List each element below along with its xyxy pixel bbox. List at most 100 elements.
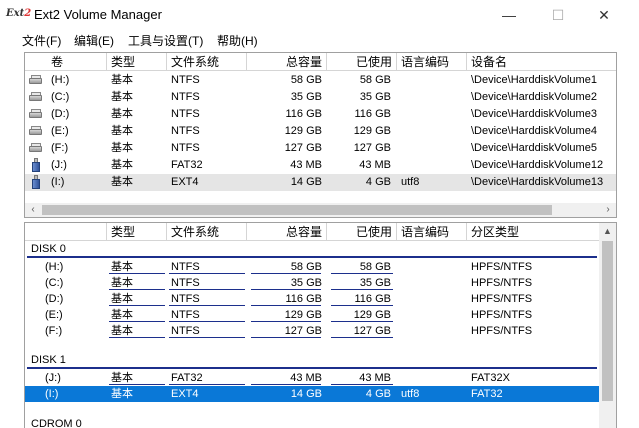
horizontal-scroll-thumb[interactable]: [42, 205, 552, 215]
hdd-icon: [29, 92, 43, 102]
partition-extent-bar: [331, 384, 393, 385]
column-header-type[interactable]: 类型: [107, 53, 167, 71]
minimize-button[interactable]: —: [486, 0, 532, 30]
disk1-label[interactable]: DISK 1: [31, 353, 66, 367]
maximize-button[interactable]: ☐: [535, 0, 581, 30]
column-header-total[interactable]: 总容量: [247, 223, 327, 241]
volume-row[interactable]: (I:) 基本 EXT4 14 GB 4 GB utf8 \Device\HarddiskV…: [25, 174, 616, 191]
volume-row[interactable]: (C:) 基本 NTFS 35 GB 35 GB \Device\HarddiskVolu…: [25, 89, 616, 106]
cell-fs: FAT32: [171, 159, 203, 171]
volume-row[interactable]: (J:) 基本 FAT32 43 MB 43 MB \Device\HarddiskVol…: [25, 157, 616, 174]
column-header-total[interactable]: 总容量: [247, 53, 327, 71]
partition-row[interactable]: (E:) 基本 NTFS 129 GB 129 GB HPFS/NTFS: [25, 307, 600, 323]
column-header-used[interactable]: 已使用: [327, 53, 397, 71]
partition-row[interactable]: (J:) 基本 FAT32 43 MB 43 MB FAT32X: [25, 370, 600, 386]
disk0-label[interactable]: DISK 0: [31, 242, 66, 256]
horizontal-scrollbar[interactable]: ‹ ›: [25, 203, 616, 217]
cell-used: 35 GB: [359, 91, 391, 103]
cell-codepage: utf8: [401, 388, 420, 400]
title-bar[interactable]: Ext2 Ext2 Volume Manager — ☐ ✕: [0, 0, 639, 30]
partition-extent-bar: [169, 337, 245, 338]
cell-ptype: HPFS/NTFS: [471, 325, 533, 337]
volume-row[interactable]: (D:) 基本 NTFS 116 GB 116 GB \Device\HarddiskVo…: [25, 106, 616, 123]
cell-ptype: HPFS/NTFS: [471, 293, 533, 305]
cell-codepage: [401, 89, 467, 106]
cell-volume: (I:): [45, 388, 59, 400]
volume-list[interactable]: 卷 类型 文件系统 总容量 已使用 语言编码 设备名 (H:) 基本 NTFS 58 …: [24, 52, 617, 218]
cell-volume: (D:): [45, 293, 64, 305]
column-header-used[interactable]: 已使用: [327, 223, 397, 241]
cell-device: \Device\HarddiskVolume3: [471, 108, 597, 120]
column-header-codepage[interactable]: 语言编码: [397, 223, 467, 241]
partition-extent-bar: [331, 337, 393, 338]
cell-type: 基本: [111, 125, 133, 137]
cell-volume: (J:): [51, 159, 67, 171]
column-header-codepage[interactable]: 语言编码: [397, 53, 467, 71]
partition-extent-bar: [251, 273, 321, 274]
vertical-scroll-thumb[interactable]: [602, 241, 613, 401]
cell-codepage: utf8: [401, 176, 420, 188]
scroll-left-icon[interactable]: ‹: [25, 203, 41, 217]
cell-volume: (F:): [45, 325, 63, 337]
volume-row[interactable]: (H:) 基本 NTFS 58 GB 58 GB \Device\HarddiskVolu…: [25, 72, 616, 89]
cell-device: \Device\HarddiskVolume5: [471, 142, 597, 154]
cell-type: 基本: [111, 388, 133, 400]
cell-codepage: [401, 72, 467, 89]
partition-extent-bar: [331, 273, 393, 274]
partition-extent-bar: [169, 273, 245, 274]
partition-list[interactable]: 类型 文件系统 总容量 已使用 语言编码 分区类型 DISK 0 (H:) 基本 N…: [24, 222, 617, 428]
cell-volume: (E:): [51, 125, 69, 137]
cell-codepage: [401, 106, 467, 123]
menu-edit[interactable]: 编辑(E): [74, 32, 114, 49]
menu-file[interactable]: 文件(F): [22, 32, 61, 49]
cell-ptype: HPFS/NTFS: [471, 261, 533, 273]
partition-extent-bar: [109, 289, 165, 290]
partition-extent-bar: [169, 305, 245, 306]
menu-tools[interactable]: 工具与设置(T): [128, 32, 203, 49]
cell-volume: (H:): [51, 74, 70, 86]
volume-row[interactable]: (F:) 基本 NTFS 127 GB 127 GB \Device\HarddiskVo…: [25, 140, 616, 157]
cell-used: 127 GB: [353, 142, 391, 154]
scroll-right-icon[interactable]: ›: [600, 203, 616, 217]
partition-row[interactable]: (D:) 基本 NTFS 116 GB 116 GB HPFS/NTFS: [25, 291, 600, 307]
cell-codepage: [401, 323, 467, 339]
cell-device: \Device\HarddiskVolume1: [471, 74, 597, 86]
cell-total: 43 MB: [290, 159, 322, 171]
close-button[interactable]: ✕: [581, 0, 627, 30]
partition-extent-bar: [251, 337, 321, 338]
scroll-up-icon[interactable]: ▲: [599, 223, 616, 239]
cell-volume: (J:): [45, 372, 61, 384]
hdd-icon: [29, 109, 43, 119]
column-header-device[interactable]: 设备名: [467, 53, 616, 71]
cell-fs: NTFS: [171, 108, 200, 120]
cell-ptype: FAT32X: [471, 372, 510, 384]
partition-row[interactable]: (I:) 基本 EXT4 14 GB 4 GB utf8 FAT32: [25, 386, 600, 402]
partition-row[interactable]: (C:) 基本 NTFS 35 GB 35 GB HPFS/NTFS: [25, 275, 600, 291]
partition-extent-bar: [331, 321, 393, 322]
cell-total: 116 GB: [285, 108, 323, 120]
partition-row[interactable]: (H:) 基本 NTFS 58 GB 58 GB HPFS/NTFS: [25, 259, 600, 275]
usb-drive-icon: [31, 175, 41, 190]
column-header-type[interactable]: 类型: [107, 223, 167, 241]
column-header-blank[interactable]: [25, 223, 107, 241]
column-header-filesystem[interactable]: 文件系统: [167, 223, 247, 241]
vertical-scrollbar[interactable]: ▲: [599, 223, 616, 428]
partition-extent-bar: [251, 305, 321, 306]
column-header-volume[interactable]: 卷: [25, 53, 107, 71]
column-header-partition-type[interactable]: 分区类型: [467, 223, 600, 241]
cell-volume: (C:): [51, 91, 70, 103]
disk1-divider: [27, 367, 597, 369]
volume-row[interactable]: (E:) 基本 NTFS 129 GB 129 GB \Device\HarddiskVo…: [25, 123, 616, 140]
menu-help[interactable]: 帮助(H): [217, 32, 258, 49]
column-header-filesystem[interactable]: 文件系统: [167, 53, 247, 71]
partition-row[interactable]: (F:) 基本 NTFS 127 GB 127 GB HPFS/NTFS: [25, 323, 600, 339]
cdrom0-label[interactable]: CDROM 0: [31, 417, 82, 428]
window-title: Ext2 Volume Manager: [34, 7, 162, 22]
cell-ptype: FAT32: [471, 388, 503, 400]
cell-volume: (F:): [51, 142, 69, 154]
cell-type: 基本: [111, 142, 133, 154]
cell-codepage: [401, 140, 467, 157]
cell-codepage: [401, 157, 467, 174]
cell-volume: (E:): [45, 309, 63, 321]
cell-total: 58 GB: [290, 74, 322, 86]
